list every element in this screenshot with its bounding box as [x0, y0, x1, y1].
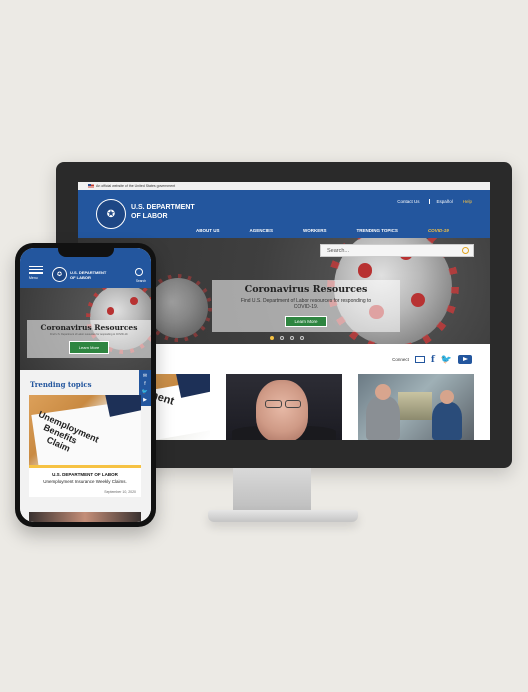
hero-card: Coronavirus Resources Find U.S. Departme… — [212, 280, 400, 332]
facebook-icon[interactable]: f — [431, 355, 435, 365]
trending-photo-portrait[interactable] — [226, 374, 342, 440]
youtube-icon[interactable]: ▶ — [143, 397, 147, 403]
hero-title: Coronavirus Resources — [244, 284, 368, 295]
twitter-icon[interactable]: 🐦 — [441, 354, 452, 365]
agency-name[interactable]: U.S. DEPARTMENT OF LABOR — [131, 203, 195, 221]
monitor-base — [208, 510, 358, 522]
hamburger-menu-icon[interactable]: Menu — [29, 266, 43, 280]
carousel-dot-1[interactable] — [270, 336, 274, 340]
carousel-dots — [270, 336, 304, 340]
facebook-icon[interactable]: f — [144, 381, 145, 387]
monitor-stand — [233, 468, 311, 512]
us-flag-icon — [88, 183, 94, 188]
learn-more-button[interactable]: Learn More — [285, 316, 327, 327]
connect-label: Connect — [392, 357, 409, 362]
trending-heading: Trending topics — [30, 380, 92, 389]
trending-photo-lab[interactable] — [358, 374, 474, 440]
mobile-search-label: Search — [135, 279, 146, 283]
phone-notch — [58, 248, 114, 257]
nav-agencies[interactable]: AGENCIES — [250, 228, 274, 233]
search-icon[interactable] — [462, 247, 469, 254]
mobile-agency-name[interactable]: U.S. DEPARTMENT OF LABOR — [70, 270, 106, 280]
next-trending-card[interactable] — [29, 512, 141, 522]
card-subtitle: Unemployment Insurance Weekly Claims. — [43, 479, 127, 484]
email-icon[interactable] — [414, 356, 425, 363]
mobile-learn-more-button[interactable]: Learn More — [68, 341, 110, 354]
gov-banner-text: An official website of the United States… — [96, 184, 176, 188]
contact-us-link[interactable]: Contact Us — [397, 199, 419, 204]
nav-covid-19[interactable]: COVID-19 — [428, 228, 449, 233]
mobile-screen: Menu ✪ U.S. DEPARTMENT OF LABOR Search C… — [20, 248, 151, 522]
desktop-header: ✪ U.S. DEPARTMENT OF LABOR Contact Us Es… — [78, 190, 490, 238]
hero-text: Find U.S. Department of Labor resources … — [240, 298, 372, 310]
email-icon[interactable]: ✉ — [143, 373, 147, 379]
mobile-hero-text: Find U.S. Department of Labor resources … — [49, 333, 129, 336]
help-link[interactable]: Help — [463, 199, 472, 204]
connect-bar: Connect f 🐦 — [392, 354, 472, 365]
utility-links: Contact Us Español Help — [397, 199, 472, 204]
gov-banner: An official website of the United States… — [78, 182, 490, 190]
nav-workers[interactable]: WORKERS — [303, 228, 327, 233]
card-title: U.S. DEPARTMENT OF LABOR — [52, 472, 118, 477]
virus-illustration-small — [148, 278, 208, 338]
search-input[interactable]: Search... — [320, 244, 474, 257]
nav-trending-topics[interactable]: TRENDING TOPICS — [357, 228, 398, 233]
mobile-hero-title: Coronavirus Resources — [40, 323, 138, 332]
mobile-search-icon[interactable] — [135, 268, 143, 276]
mobile-phone: Menu ✪ U.S. DEPARTMENT OF LABOR Search C… — [15, 243, 156, 527]
espanol-link[interactable]: Español — [429, 199, 453, 204]
trending-card[interactable]: Unemployment Benefits Claim U.S. DEPARTM… — [29, 395, 141, 497]
trending-card-image: Unemployment Benefits Claim — [29, 395, 141, 465]
twitter-icon[interactable]: 🐦 — [142, 389, 148, 395]
card-date: September 10, 2020 — [104, 490, 136, 494]
dol-seal-icon[interactable]: ✪ — [52, 267, 67, 282]
dol-seal-icon[interactable]: ✪ — [96, 199, 126, 229]
carousel-dot-2[interactable] — [280, 336, 284, 340]
mobile-trending-section: Trending topics ✉ f 🐦 ▶ Unemployment Ben… — [20, 370, 151, 522]
main-nav: ABOUT US AGENCIES WORKERS TRENDING TOPIC… — [196, 228, 479, 233]
carousel-dot-4[interactable] — [300, 336, 304, 340]
mobile-hero-card: Coronavirus Resources Find U.S. Departme… — [27, 320, 151, 358]
mobile-hero: Coronavirus Resources Find U.S. Departme… — [20, 288, 151, 370]
card-accent-bar — [29, 465, 141, 468]
nav-about-us[interactable]: ABOUT US — [196, 228, 220, 233]
youtube-icon[interactable] — [458, 355, 472, 364]
carousel-dot-3[interactable] — [290, 336, 294, 340]
